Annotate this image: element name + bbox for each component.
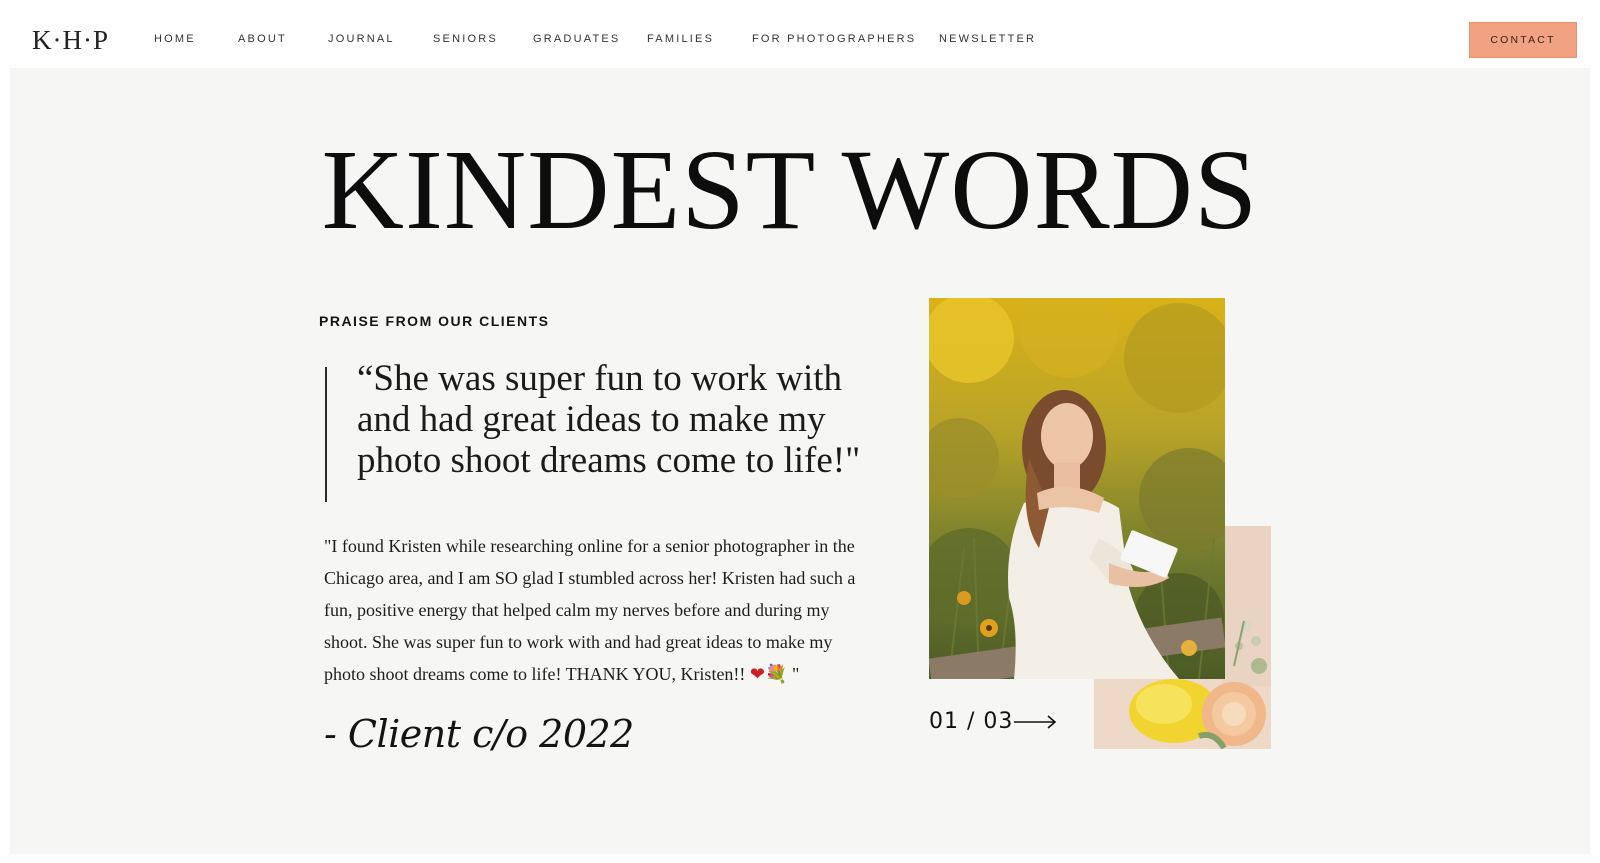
nav-seniors[interactable]: SENIORS <box>433 32 498 46</box>
client-portrait-photo <box>929 298 1225 679</box>
testimonial-body: "I found Kristen while researching onlin… <box>324 530 904 690</box>
client-signature: - Client c/o 2022 <box>324 712 634 756</box>
quote-rule <box>325 367 327 502</box>
heart-emoji-icon: ❤ <box>749 664 766 684</box>
site-header: K·H·P HOME ABOUT JOURNAL SENIORS GRADUAT… <box>0 0 1600 68</box>
bouquet-emoji-icon: 💐 <box>765 664 788 684</box>
section-eyebrow: PRAISE FROM OUR CLIENTS <box>319 313 550 329</box>
nav-graduates[interactable]: GRADUATES <box>533 32 620 46</box>
testimonial-line: photo shoot dreams come to life! THANK Y… <box>324 658 904 690</box>
nav-newsletter[interactable]: NEWSLETTER <box>939 32 1036 46</box>
testimonial-line-text: photo shoot dreams come to life! THANK Y… <box>324 664 746 684</box>
contact-button[interactable]: CONTACT <box>1469 22 1577 58</box>
testimonial-line: "I found Kristen while researching onlin… <box>324 536 855 556</box>
nav-journal[interactable]: JOURNAL <box>328 32 395 46</box>
nav-families[interactable]: FAMILIES <box>647 32 714 46</box>
arrow-right-icon[interactable] <box>1014 712 1058 732</box>
pull-quote-line: “She was super fun to work with <box>357 358 843 399</box>
nav-about[interactable]: ABOUT <box>238 32 287 46</box>
pull-quote-line: and had great ideas to make my <box>357 399 826 440</box>
brand-logo[interactable]: K·H·P <box>32 24 109 56</box>
testimonial-line: fun, positive energy that helped calm my… <box>324 600 830 620</box>
slide-counter: 01 / 03 <box>929 709 1014 734</box>
testimonial-line: shoot. She was super fun to work with an… <box>324 632 833 652</box>
pull-quote: “She was super fun to work with and had … <box>357 358 877 481</box>
closing-quote: " <box>787 664 800 684</box>
portrait-illustration <box>929 298 1225 679</box>
page-title: KINDEST WORDS <box>321 126 1259 253</box>
pull-quote-line: photo shoot dreams come to life!" <box>357 440 861 481</box>
nav-home[interactable]: HOME <box>154 32 196 46</box>
nav-for-photographers[interactable]: FOR PHOTOGRAPHERS <box>752 32 916 46</box>
testimonial-line: Chicago area, and I am SO glad I stumble… <box>324 568 856 588</box>
